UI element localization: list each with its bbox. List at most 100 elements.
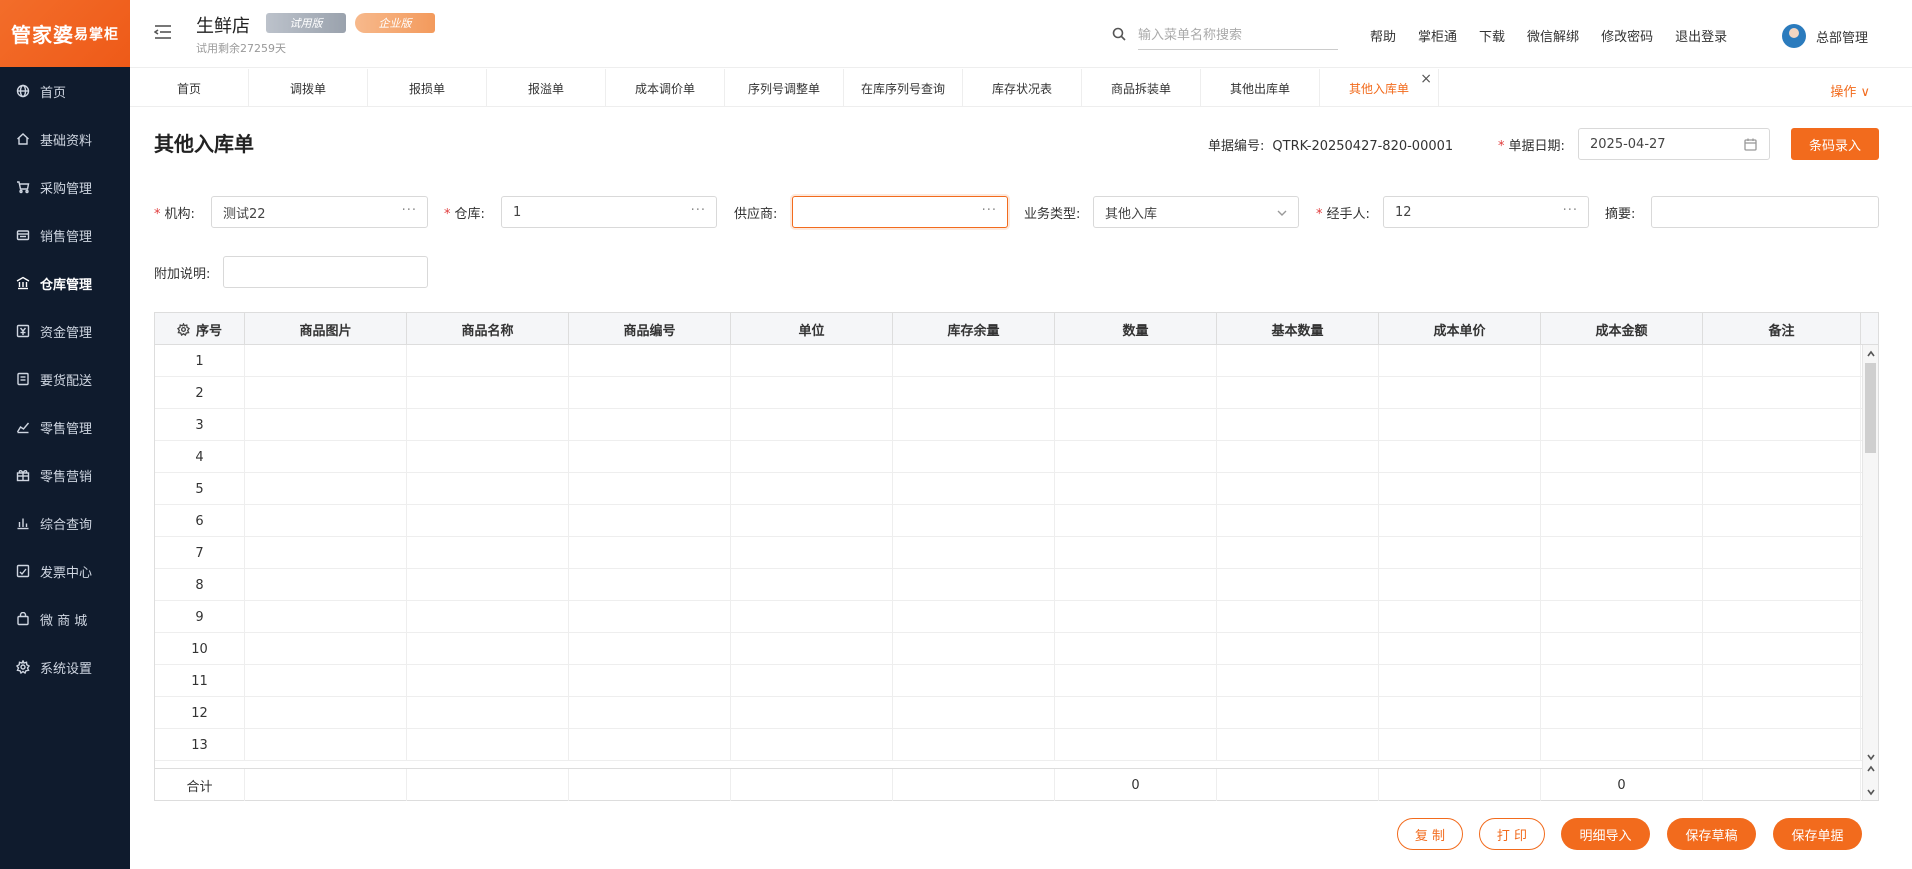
- table-cell[interactable]: [569, 633, 731, 665]
- table-cell[interactable]: [407, 377, 569, 409]
- table-cell[interactable]: [569, 729, 731, 761]
- zhangguitong-link[interactable]: 掌柜通: [1418, 26, 1457, 45]
- scroll-up-icon[interactable]: [1866, 763, 1876, 773]
- search-icon[interactable]: [1112, 27, 1126, 41]
- table-cell[interactable]: [1379, 569, 1541, 601]
- table-cell[interactable]: [569, 409, 731, 441]
- search-input[interactable]: [1138, 22, 1338, 50]
- table-cell[interactable]: [893, 345, 1055, 377]
- biz-type-select[interactable]: 其他入库: [1093, 196, 1299, 228]
- logout-link[interactable]: 退出登录: [1675, 26, 1727, 45]
- table-cell[interactable]: [407, 537, 569, 569]
- table-cell[interactable]: [1703, 729, 1861, 761]
- table-cell[interactable]: [1217, 409, 1379, 441]
- table-row[interactable]: 1: [155, 345, 1878, 377]
- barcode-entry-button[interactable]: 条码录入: [1791, 128, 1879, 160]
- sidebar-item-6[interactable]: 要货配送: [0, 355, 130, 403]
- table-cell[interactable]: [731, 409, 893, 441]
- table-cell[interactable]: [731, 729, 893, 761]
- table-cell[interactable]: [893, 569, 1055, 601]
- table-cell[interactable]: [245, 473, 407, 505]
- table-cell[interactable]: [1703, 409, 1861, 441]
- table-cell[interactable]: [1055, 473, 1217, 505]
- enterprise-badge[interactable]: 企业版: [355, 13, 435, 33]
- change-password-link[interactable]: 修改密码: [1601, 26, 1653, 45]
- close-icon[interactable]: ×: [1420, 71, 1432, 87]
- sidebar-item-7[interactable]: 零售管理: [0, 403, 130, 451]
- table-cell[interactable]: [407, 601, 569, 633]
- table-cell[interactable]: [1055, 633, 1217, 665]
- sidebar-item-8[interactable]: 零售营销: [0, 451, 130, 499]
- table-cell[interactable]: [407, 409, 569, 441]
- handler-field[interactable]: 12 ···: [1383, 196, 1589, 228]
- sidebar-item-3[interactable]: 销售管理: [0, 211, 130, 259]
- table-cell[interactable]: [1703, 601, 1861, 633]
- column-header[interactable]: 序号: [155, 313, 245, 345]
- table-cell[interactable]: [1379, 601, 1541, 633]
- table-cell[interactable]: [893, 601, 1055, 633]
- table-cell[interactable]: [1541, 569, 1703, 601]
- table-cell[interactable]: [1541, 665, 1703, 697]
- table-scrollbar[interactable]: [1862, 345, 1878, 800]
- table-cell[interactable]: [893, 505, 1055, 537]
- table-cell[interactable]: [569, 665, 731, 697]
- user-menu[interactable]: 总部管理: [1782, 24, 1868, 48]
- sidebar-item-5[interactable]: 资金管理: [0, 307, 130, 355]
- supplier-field[interactable]: ···: [792, 196, 1008, 228]
- table-cell[interactable]: [1379, 633, 1541, 665]
- tab-5[interactable]: 序列号调整单: [725, 69, 844, 107]
- table-cell[interactable]: [1055, 377, 1217, 409]
- more-icon[interactable]: ···: [1563, 203, 1578, 218]
- table-cell[interactable]: [407, 665, 569, 697]
- table-cell[interactable]: [1703, 377, 1861, 409]
- table-cell[interactable]: [569, 345, 731, 377]
- gear-icon[interactable]: [176, 322, 196, 336]
- table-cell[interactable]: [245, 729, 407, 761]
- table-cell[interactable]: [1217, 505, 1379, 537]
- sidebar-item-4[interactable]: 仓库管理: [0, 259, 130, 307]
- table-row[interactable]: 7: [155, 537, 1878, 569]
- table-cell[interactable]: [731, 377, 893, 409]
- table-cell[interactable]: [731, 697, 893, 729]
- table-cell[interactable]: [1379, 409, 1541, 441]
- table-cell[interactable]: [407, 441, 569, 473]
- table-row[interactable]: 2: [155, 377, 1878, 409]
- doc-date-picker[interactable]: 2025-04-27: [1578, 128, 1770, 160]
- tab-6[interactable]: 在库序列号查询: [844, 69, 963, 107]
- table-cell[interactable]: [1217, 633, 1379, 665]
- table-cell[interactable]: [407, 345, 569, 377]
- table-row[interactable]: 13: [155, 729, 1878, 761]
- table-cell[interactable]: [407, 473, 569, 505]
- tab-1[interactable]: 调拨单: [249, 69, 368, 107]
- table-cell[interactable]: [1055, 505, 1217, 537]
- table-cell[interactable]: [731, 441, 893, 473]
- table-cell[interactable]: [893, 697, 1055, 729]
- sidebar-item-9[interactable]: 综合查询: [0, 499, 130, 547]
- table-cell[interactable]: [569, 505, 731, 537]
- table-cell[interactable]: [1217, 601, 1379, 633]
- more-icon[interactable]: ···: [691, 203, 706, 218]
- table-cell[interactable]: [407, 729, 569, 761]
- table-cell[interactable]: [1379, 505, 1541, 537]
- sidebar-item-11[interactable]: 微 商 城: [0, 595, 130, 643]
- table-cell[interactable]: [1703, 537, 1861, 569]
- table-row[interactable]: 6: [155, 505, 1878, 537]
- table-cell[interactable]: [1703, 633, 1861, 665]
- table-cell[interactable]: [1379, 473, 1541, 505]
- table-cell[interactable]: [1541, 633, 1703, 665]
- tab-9[interactable]: 其他出库单: [1201, 69, 1320, 107]
- table-cell[interactable]: [1055, 697, 1217, 729]
- table-cell[interactable]: [1703, 505, 1861, 537]
- summary-field[interactable]: [1651, 196, 1879, 228]
- table-cell[interactable]: [1055, 601, 1217, 633]
- table-cell[interactable]: [1541, 409, 1703, 441]
- table-cell[interactable]: [1055, 441, 1217, 473]
- table-cell[interactable]: [1541, 729, 1703, 761]
- table-cell[interactable]: [1055, 409, 1217, 441]
- table-cell[interactable]: [245, 377, 407, 409]
- table-cell[interactable]: [731, 601, 893, 633]
- table-cell[interactable]: [731, 473, 893, 505]
- table-cell[interactable]: [245, 697, 407, 729]
- table-row[interactable]: 3: [155, 409, 1878, 441]
- table-cell[interactable]: [407, 505, 569, 537]
